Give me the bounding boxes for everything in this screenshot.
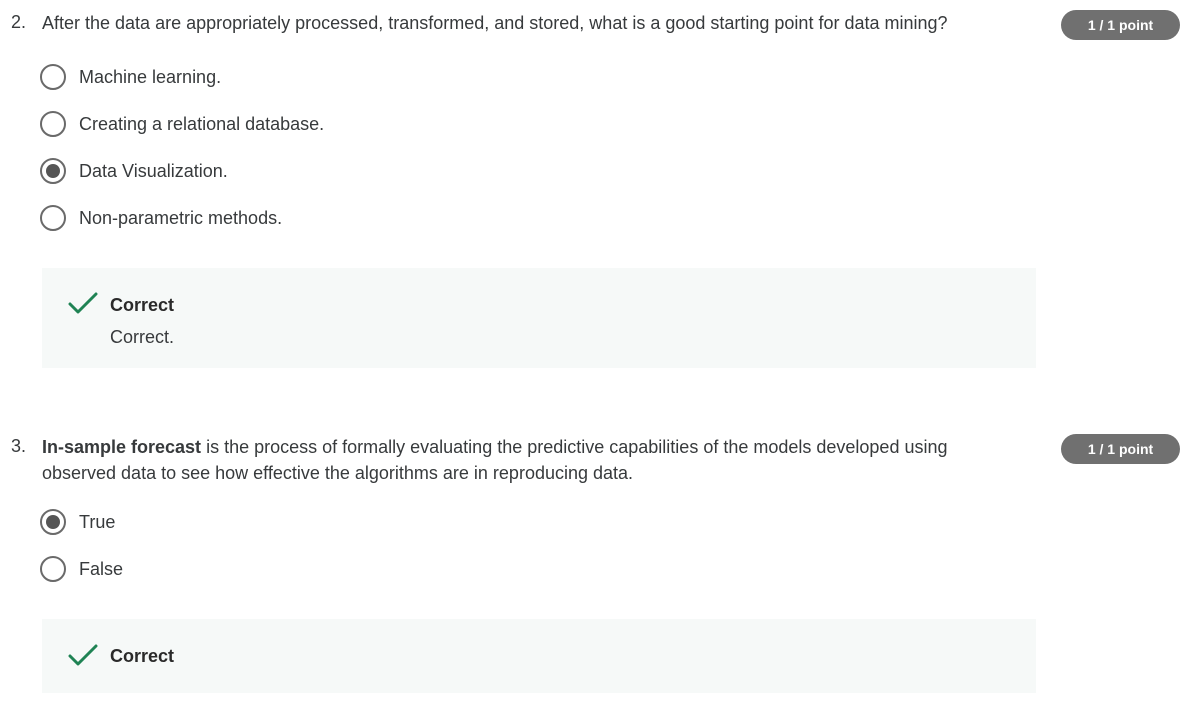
radio-button-selected[interactable]	[40, 509, 66, 535]
option-label: True	[79, 511, 116, 532]
feedback-title: Correct	[110, 295, 175, 315]
question-text-bold: In-sample forecast	[42, 437, 202, 457]
option-machine-learning[interactable]: Machine learning.	[40, 63, 221, 91]
radio-button[interactable]	[40, 205, 66, 231]
option-label: Data Visualization.	[79, 160, 228, 181]
feedback-text: Correct.	[110, 327, 175, 347]
feedback-panel: Correct	[42, 619, 1036, 693]
option-label: Machine learning.	[79, 66, 222, 87]
question-number: 2.	[11, 12, 27, 32]
points-badge: 1 / 1 point	[1061, 434, 1180, 464]
option-data-visualization[interactable]: Data Visualization.	[40, 157, 228, 185]
option-relational-database[interactable]: Creating a relational database.	[40, 110, 324, 138]
option-label: False	[79, 558, 124, 579]
points-badge: 1 / 1 point	[1061, 10, 1180, 40]
radio-button-selected[interactable]	[40, 158, 66, 184]
radio-button[interactable]	[40, 556, 66, 582]
option-false[interactable]: False	[40, 555, 123, 583]
check-icon	[68, 292, 98, 314]
check-icon	[68, 644, 98, 666]
option-true[interactable]: True	[40, 508, 115, 536]
option-label: Creating a relational database.	[79, 113, 325, 134]
feedback-panel: Correct Correct.	[42, 268, 1036, 368]
radio-button[interactable]	[40, 111, 66, 137]
question-text: In-sample forecast is the process of for…	[42, 434, 1002, 486]
question-text: After the data are appropriately process…	[42, 13, 948, 33]
radio-button[interactable]	[40, 64, 66, 90]
option-non-parametric[interactable]: Non-parametric methods.	[40, 204, 282, 232]
option-label: Non-parametric methods.	[79, 207, 283, 228]
question-number: 3.	[11, 436, 27, 456]
feedback-title: Correct	[110, 646, 175, 666]
